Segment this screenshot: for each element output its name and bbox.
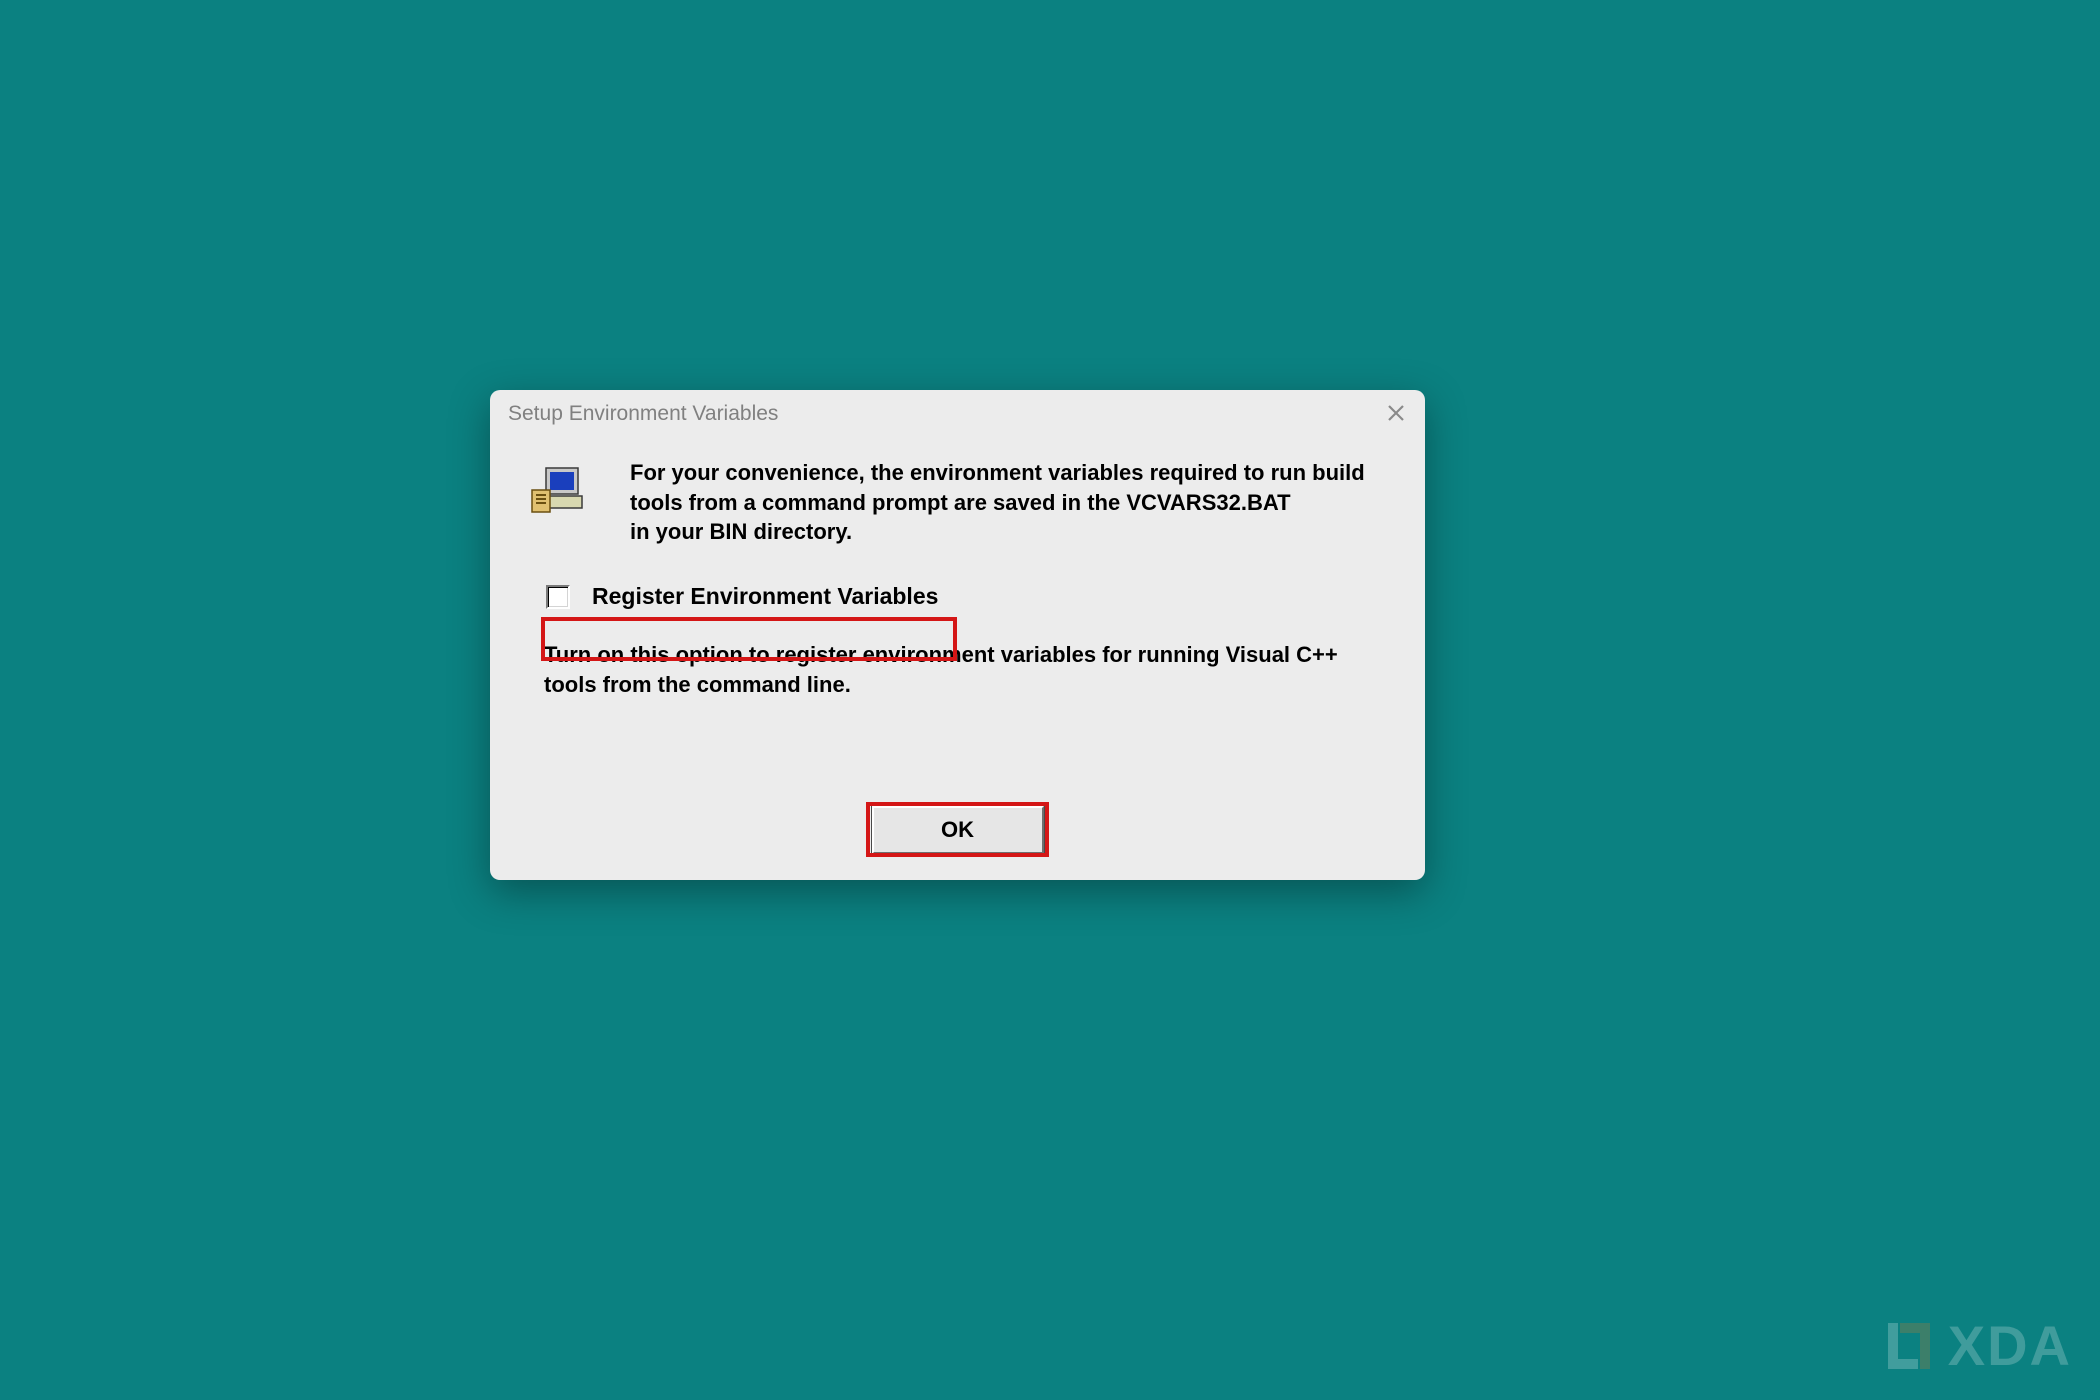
xda-logo-icon xyxy=(1882,1319,1936,1373)
button-row: OK xyxy=(490,806,1425,854)
setup-computer-icon xyxy=(530,458,630,523)
ok-button-label: OK xyxy=(941,817,974,843)
dialog-message-line2: in your BIN directory. xyxy=(630,517,1385,547)
dialog-explain-text: Turn on this option to register environm… xyxy=(544,640,1385,699)
setup-env-dialog: Setup Environment Variables xyxy=(490,390,1425,880)
dialog-title: Setup Environment Variables xyxy=(508,402,778,426)
titlebar: Setup Environment Variables xyxy=(490,390,1425,438)
ok-button[interactable]: OK xyxy=(872,806,1044,854)
register-env-checkbox-label: Register Environment Variables xyxy=(592,583,938,610)
dialog-message-line1: For your convenience, the environment va… xyxy=(630,458,1385,517)
dialog-message: For your convenience, the environment va… xyxy=(630,458,1385,547)
close-button[interactable] xyxy=(1381,398,1411,428)
xda-watermark: XDA xyxy=(1882,1313,2072,1378)
register-env-checkbox[interactable] xyxy=(546,585,570,609)
xda-watermark-text: XDA xyxy=(1948,1313,2072,1378)
close-icon xyxy=(1387,404,1405,422)
register-env-checkbox-row[interactable]: Register Environment Variables xyxy=(542,579,946,614)
dialog-body: For your convenience, the environment va… xyxy=(490,438,1425,719)
